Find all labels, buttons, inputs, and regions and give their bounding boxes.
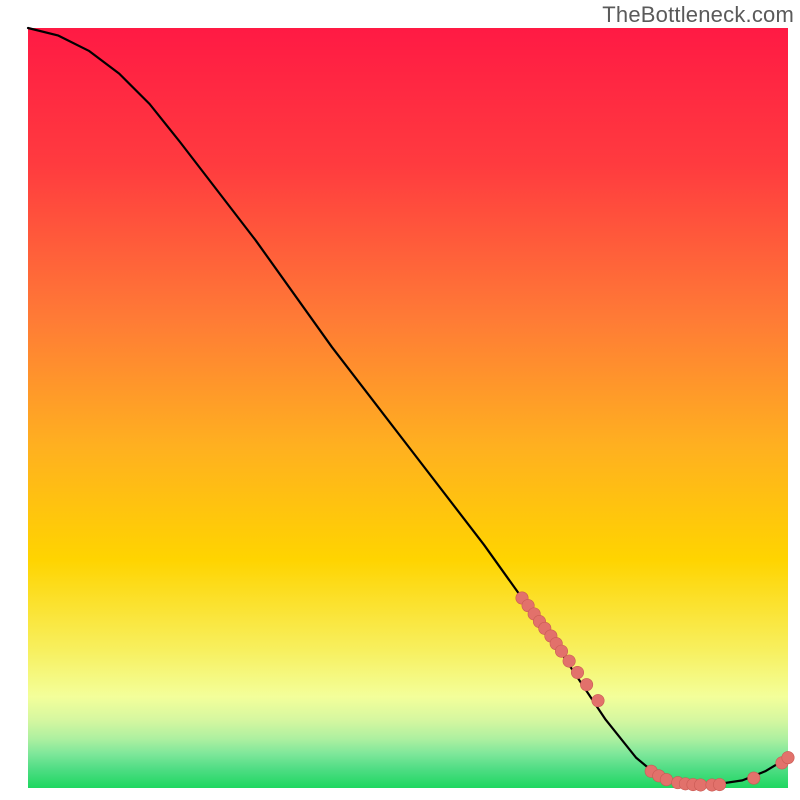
data-marker	[748, 772, 760, 784]
data-marker	[660, 773, 672, 785]
watermark-text: TheBottleneck.com	[602, 0, 794, 28]
data-marker	[580, 678, 592, 690]
chart-svg	[0, 0, 800, 800]
data-marker	[713, 778, 725, 790]
data-marker	[563, 655, 575, 667]
data-marker	[782, 751, 794, 763]
bottleneck-chart: TheBottleneck.com	[0, 0, 800, 800]
data-marker	[694, 779, 706, 791]
chart-gradient-bg	[28, 28, 788, 788]
data-marker	[571, 666, 583, 678]
data-marker	[592, 694, 604, 706]
